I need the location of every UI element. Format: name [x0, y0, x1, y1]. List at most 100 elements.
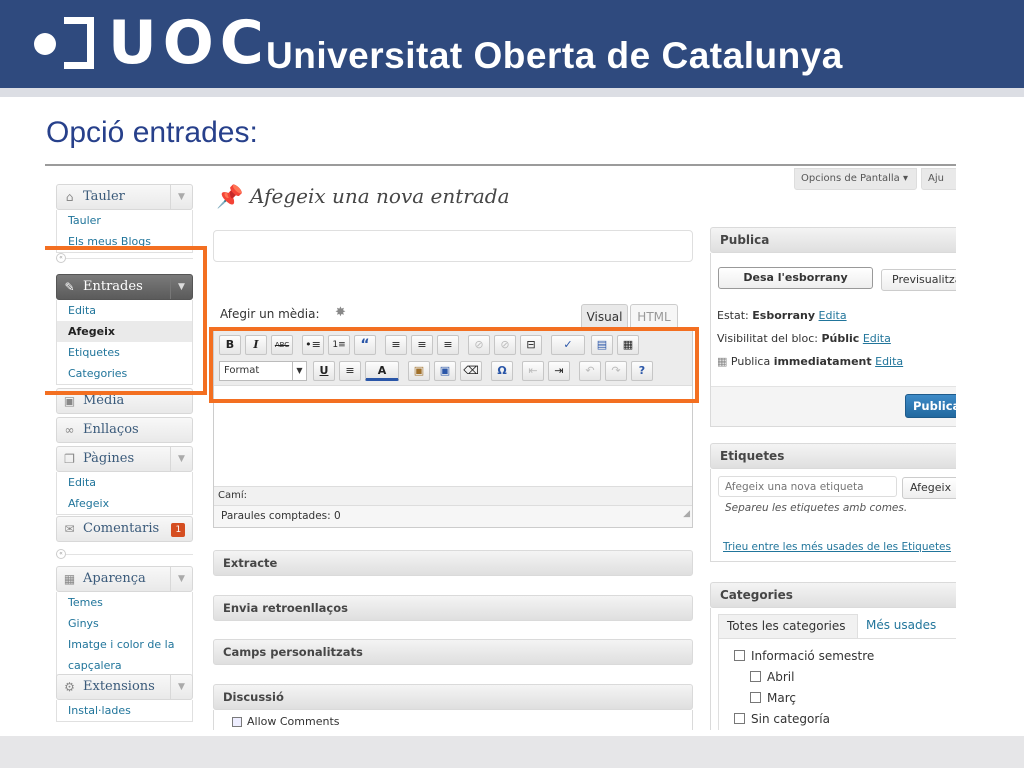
allow-comments-checkbox[interactable]: [232, 717, 242, 727]
slide: UOC Universitat Oberta de Catalunya Opci…: [0, 0, 1024, 768]
menu-pagines-label: Pàgines: [83, 451, 135, 466]
menu-extensions[interactable]: ⚙ Extensions ▼: [56, 674, 193, 700]
postbox-discussio[interactable]: Discussió: [213, 684, 693, 710]
slide-footer-bar: [0, 736, 1024, 768]
calendar-icon: ▦: [717, 355, 728, 368]
menu-aparenca[interactable]: ▦ Aparença ▼: [56, 566, 193, 592]
visibility-label: Visibilitat del bloc:: [717, 332, 818, 345]
edit-status-link[interactable]: Edita: [819, 309, 847, 322]
category-checkbox[interactable]: [734, 713, 745, 724]
postbox-camps-personalitzats[interactable]: Camps personalitzats: [213, 639, 693, 665]
submenu-item-installades[interactable]: Instal·lades: [57, 700, 192, 721]
logo-dot-icon: [34, 33, 56, 55]
banner-divider: [0, 88, 1024, 97]
category-label: Abril: [767, 670, 795, 684]
menu-separator: «: [56, 549, 193, 562]
category-checkbox[interactable]: [734, 650, 745, 661]
post-schedule: ▦ Publica immediatament Edita: [717, 355, 903, 368]
submenu-item-capcalera-cont[interactable]: capçalera: [57, 655, 192, 676]
submenu-item-capcalera[interactable]: Imatge i color de la: [57, 634, 192, 655]
post-visibility: Visibilitat del bloc: Públic Edita: [717, 332, 891, 345]
link-icon: ∞: [64, 423, 75, 437]
category-checkbox[interactable]: [750, 671, 761, 682]
add-media-icon[interactable]: ✸: [335, 305, 346, 320]
category-item[interactable]: Març: [750, 691, 796, 705]
comment-count-badge: 1: [171, 523, 186, 537]
category-item[interactable]: Informació semestre: [734, 649, 874, 663]
media-icon: ▣: [63, 394, 76, 408]
submenu-item-ginys[interactable]: Ginys: [57, 613, 192, 634]
path-bar: Camí:: [214, 486, 692, 505]
submenu-item-pagines-afegeix[interactable]: Afegeix: [57, 493, 192, 514]
schedule-value: immediatament: [773, 355, 872, 368]
status-label: Estat:: [717, 309, 749, 322]
postbox-extracte[interactable]: Extracte: [213, 550, 693, 576]
schedule-label: Publica: [730, 355, 771, 368]
university-name: Universitat Oberta de Catalunya: [266, 35, 843, 76]
tab-most-used[interactable]: Més usades: [858, 614, 956, 638]
uoc-logo-text: UOC: [108, 8, 270, 78]
word-count: Paraules comptades: 0 ◢: [214, 505, 692, 527]
home-icon: ⌂: [65, 190, 74, 204]
tab-visual[interactable]: Visual: [581, 304, 628, 329]
resize-handle-icon[interactable]: ◢: [683, 504, 690, 525]
publish-button[interactable]: Publica: [905, 394, 956, 418]
tab-all-categories[interactable]: Totes les categories: [718, 614, 858, 638]
submenu-aparenca: Temes Ginys Imatge i color de la capçale…: [56, 592, 193, 677]
uoc-banner: UOC Universitat Oberta de Catalunya: [0, 0, 1024, 88]
chevron-down-icon[interactable]: ▼: [170, 185, 192, 209]
media-label: Afegir un mèdia:: [220, 307, 320, 321]
appearance-icon: ▦: [63, 572, 76, 586]
menu-comentaris-label: Comentaris: [83, 521, 160, 536]
publish-box-title[interactable]: Publica: [710, 227, 956, 253]
collapse-icon[interactable]: «: [56, 549, 66, 559]
submenu-item-temes[interactable]: Temes: [57, 592, 192, 613]
menu-aparenca-label: Aparença: [83, 571, 146, 586]
menu-enllacos-label: Enllaços: [83, 422, 139, 437]
menu-comentaris[interactable]: ✉ Comentaris 1: [56, 516, 193, 542]
category-label: Sin categoría: [751, 712, 830, 726]
status-value: Esborrany: [752, 309, 816, 322]
categories-box-title[interactable]: Categories: [710, 582, 956, 608]
chevron-down-icon[interactable]: ▼: [170, 675, 192, 699]
chevron-down-icon[interactable]: ▼: [170, 567, 192, 591]
category-item[interactable]: Abril: [750, 670, 794, 684]
submenu-item-tauler[interactable]: Tauler: [57, 210, 192, 231]
wordpress-screenshot: ⌂ Tauler ▼ Tauler Els meus Blogs « ✎ Ent…: [45, 164, 956, 730]
edit-schedule-link[interactable]: Edita: [875, 355, 903, 368]
tags-box-title[interactable]: Etiquetes: [710, 443, 956, 469]
category-item[interactable]: Sin categoría: [734, 712, 830, 726]
submenu-extensions: Instal·lades: [56, 700, 193, 722]
submenu-pagines: Edita Afegeix: [56, 472, 193, 515]
preview-button[interactable]: Previsualitza: [881, 269, 956, 291]
choose-tags-link[interactable]: Trieu entre les més usades de les Etique…: [723, 541, 951, 553]
menu-enllacos[interactable]: ∞ Enllaços: [56, 417, 193, 443]
new-tag-input[interactable]: [718, 476, 897, 497]
tags-hint: Separeu les etiquetes amb comes.: [725, 502, 908, 514]
menu-tauler[interactable]: ⌂ Tauler ▼: [56, 184, 193, 210]
menu-tauler-label: Tauler: [83, 189, 125, 204]
tab-html[interactable]: HTML: [630, 304, 678, 329]
edit-visibility-link[interactable]: Edita: [863, 332, 891, 345]
category-checkbox[interactable]: [750, 692, 761, 703]
add-tag-button[interactable]: Afegeix: [902, 477, 956, 499]
page-heading: Afegeix una nova entrada: [250, 184, 510, 208]
menu-extensions-label: Extensions: [83, 679, 155, 694]
allow-comments-label: Allow Comments: [247, 715, 340, 728]
help-tab[interactable]: Aju: [921, 168, 956, 190]
post-status: Estat: Esborrany Edita: [717, 309, 847, 322]
menu-highlight-frame: [45, 246, 207, 395]
chevron-down-icon[interactable]: ▼: [170, 447, 192, 471]
word-count-text: Paraules comptades: 0: [221, 510, 341, 522]
toolbar-highlight-frame: [209, 327, 699, 403]
save-draft-button[interactable]: Desa l'esborrany: [718, 267, 873, 289]
menu-media-label: Mèdia: [83, 393, 125, 408]
plugin-icon: ⚙: [64, 680, 75, 694]
post-title-input[interactable]: [213, 230, 693, 262]
submenu-item-pagines-edita[interactable]: Edita: [57, 472, 192, 493]
postbox-retroenllacos[interactable]: Envia retroenllaços: [213, 595, 693, 621]
category-label: Informació semestre: [751, 649, 875, 663]
menu-pagines[interactable]: ❐ Pàgines ▼: [56, 446, 193, 472]
category-list: Informació semestre Abril Març Sin categ…: [718, 638, 956, 730]
screen-options-tab[interactable]: Opcions de Pantalla ▾: [794, 168, 917, 190]
